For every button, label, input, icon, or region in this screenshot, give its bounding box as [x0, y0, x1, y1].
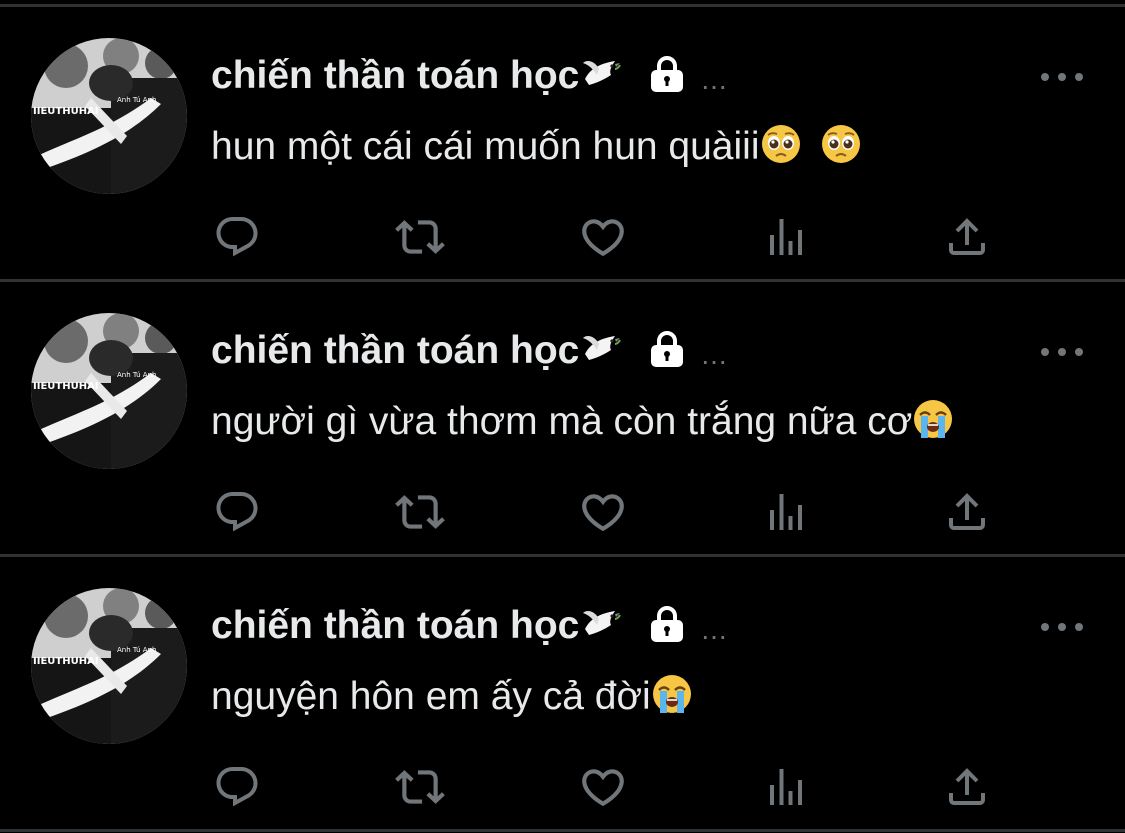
- retweet-icon: [395, 220, 445, 254]
- share-icon: [949, 493, 985, 530]
- like-icon: [582, 769, 624, 807]
- avatar-shirt-text-right: Anh Tú Anh: [117, 96, 156, 104]
- pleading-face-emoji: [820, 123, 862, 178]
- views-button[interactable]: [761, 212, 811, 262]
- dove-emoji: [581, 57, 622, 96]
- lock-icon: [647, 604, 687, 649]
- tweet-actions: [0, 212, 1125, 264]
- more-options-button[interactable]: [1041, 344, 1083, 360]
- pleading-face-emoji: [760, 123, 802, 178]
- retweet-button[interactable]: [395, 487, 445, 537]
- retweet-icon: [395, 770, 445, 804]
- dove-emoji: [581, 332, 622, 371]
- retweet-button[interactable]: [395, 212, 445, 262]
- loudly-crying-face-emoji: [912, 398, 954, 453]
- tweet-text-container: nguyện hôn em ấy cả đời: [211, 672, 693, 728]
- tweet-text-container: hun một cái cái muốn hun quàiii: [211, 122, 862, 178]
- avatar-shirt-text-right: Anh Tú Anh: [117, 646, 156, 654]
- share-button[interactable]: [942, 487, 992, 537]
- tweet[interactable]: IIEUTHUHAI Anh Tú Anh chiến thần toán họ…: [0, 282, 1125, 555]
- reply-icon: [216, 492, 258, 532]
- like-button[interactable]: [578, 212, 628, 262]
- like-button[interactable]: [578, 487, 628, 537]
- display-name[interactable]: chiến thần toán học: [211, 329, 579, 373]
- avatar-shirt-text-left: IIEUTHUHAI: [33, 656, 99, 667]
- views-icon: [770, 494, 802, 530]
- tweet[interactable]: IIEUTHUHAI Anh Tú Anh chiến thần toán họ…: [0, 7, 1125, 280]
- like-button[interactable]: [578, 762, 628, 812]
- retweet-button[interactable]: [395, 762, 445, 812]
- views-icon: [770, 769, 802, 805]
- like-icon: [582, 219, 624, 257]
- avatar-shirt-text-left: IIEUTHUHAI: [33, 381, 99, 392]
- lock-icon: [647, 54, 687, 99]
- truncation-ellipsis: ...: [701, 614, 728, 645]
- divider: [0, 829, 1125, 832]
- reply-button[interactable]: [212, 487, 262, 537]
- tweet-text: nguyện hôn em ấy cả đời: [211, 675, 651, 718]
- tweet-text: người gì vừa thơm mà còn trắng nữa cơ: [211, 400, 913, 443]
- avatar-shirt-text-left: IIEUTHUHAI: [33, 106, 99, 117]
- avatar-shirt-text-right: Anh Tú Anh: [117, 371, 156, 379]
- more-options-button[interactable]: [1041, 619, 1083, 635]
- tweet-actions: [0, 487, 1125, 539]
- truncation-ellipsis: ...: [701, 64, 728, 95]
- reply-button[interactable]: [212, 212, 262, 262]
- tweet-text: hun một cái cái muốn hun quàiii: [211, 125, 760, 168]
- share-button[interactable]: [942, 762, 992, 812]
- more-options-button[interactable]: [1041, 69, 1083, 85]
- timeline-feed: IIEUTHUHAI Anh Tú Anh chiến thần toán họ…: [0, 0, 1125, 833]
- reply-button[interactable]: [212, 762, 262, 812]
- views-button[interactable]: [761, 762, 811, 812]
- tweet[interactable]: IIEUTHUHAI Anh Tú Anh chiến thần toán họ…: [0, 557, 1125, 830]
- truncation-ellipsis: ...: [701, 339, 728, 370]
- share-button[interactable]: [942, 212, 992, 262]
- avatar[interactable]: IIEUTHUHAI Anh Tú Anh: [31, 38, 187, 194]
- views-icon: [770, 219, 802, 255]
- dove-emoji: [581, 607, 622, 646]
- display-name[interactable]: chiến thần toán học: [211, 54, 579, 98]
- lock-icon: [647, 329, 687, 374]
- like-icon: [582, 494, 624, 532]
- loudly-crying-face-emoji: [651, 673, 693, 728]
- avatar[interactable]: IIEUTHUHAI Anh Tú Anh: [31, 588, 187, 744]
- reply-icon: [216, 767, 258, 807]
- share-icon: [949, 218, 985, 255]
- tweet-text-container: người gì vừa thơm mà còn trắng nữa cơ: [211, 397, 954, 453]
- avatar[interactable]: IIEUTHUHAI Anh Tú Anh: [31, 313, 187, 469]
- display-name[interactable]: chiến thần toán học: [211, 604, 579, 648]
- share-icon: [949, 768, 985, 805]
- tweet-actions: [0, 762, 1125, 814]
- views-button[interactable]: [761, 487, 811, 537]
- retweet-icon: [395, 495, 445, 529]
- reply-icon: [216, 217, 258, 257]
